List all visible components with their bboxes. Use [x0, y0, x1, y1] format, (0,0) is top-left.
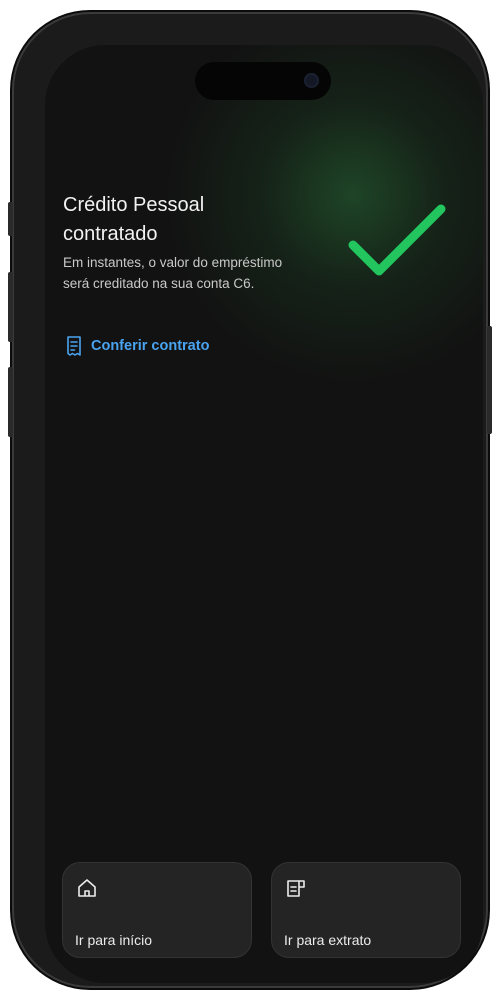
volume-down-button: [8, 367, 13, 437]
success-message: Em instantes, o valor do empréstimo será…: [63, 255, 283, 291]
checkmark-icon: [348, 204, 446, 276]
volume-up-button: [8, 272, 13, 342]
go-statement-label: Ir para extrato: [284, 932, 372, 948]
home-icon: [78, 879, 96, 897]
camera-icon: [304, 73, 319, 88]
receipt-icon: [67, 336, 81, 356]
dynamic-island: [195, 62, 331, 100]
statement-icon: [287, 880, 305, 897]
view-contract-label: Conferir contrato: [91, 338, 210, 354]
view-contract-link[interactable]: Conferir contrato: [65, 335, 209, 357]
go-statement-button[interactable]: Ir para extrato: [271, 862, 461, 958]
go-home-button[interactable]: Ir para início: [62, 862, 252, 958]
page-title: Crédito Pessoal contratado: [63, 194, 205, 245]
go-home-label: Ir para início: [75, 932, 153, 948]
side-button: [8, 202, 13, 236]
phone-frame: Crédito Pessoal contratado Em instantes,…: [8, 14, 492, 986]
power-button: [487, 326, 492, 434]
app-screen: Crédito Pessoal contratado Em instantes,…: [45, 45, 483, 983]
